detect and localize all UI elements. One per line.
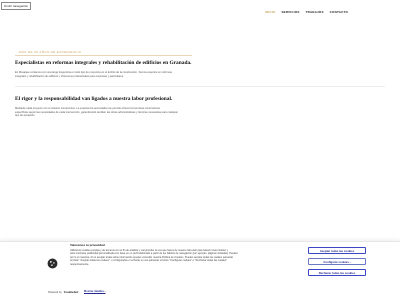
- rigor-line: tipo de actuación.: [15, 114, 36, 118]
- powered-by-cookiebot[interactable]: Powered by Cookiebot: [48, 290, 78, 294]
- section-divider: [15, 86, 385, 87]
- skip-navigation-link[interactable]: Omitir navegación: [1, 2, 31, 10]
- reject-all-cookies-button[interactable]: Rechazar todas las cookies: [308, 269, 366, 276]
- experience-eyebrow: MÁS DE 35 AÑOS DE EXPERIENCIA: [19, 50, 82, 54]
- powered-by-prefix: Powered by: [48, 290, 62, 294]
- nav-item-contacto[interactable]: CONTACTO: [330, 10, 348, 14]
- cookie-icon: [47, 258, 58, 269]
- nav-item-trabajos[interactable]: TRABAJOS: [306, 10, 324, 14]
- rigor-paragraph: Mediante cada proyecto con el máximo com…: [15, 107, 185, 118]
- eyebrow-underline: [15, 55, 192, 56]
- cookie-text-line: respectivamente.: [70, 262, 90, 266]
- rigor-line: específicas según las necesidades de cad…: [15, 110, 179, 114]
- main-nav: INICIO SERVICIOS TRABAJOS CONTACTO: [265, 10, 348, 14]
- cookie-banner-title: Valoramos tu privacidad: [70, 243, 105, 247]
- configure-cookies-button[interactable]: Configurar cookies ›: [308, 258, 366, 265]
- accept-all-cookies-button[interactable]: Aceptar todas las cookies: [308, 247, 366, 254]
- cookie-banner-text: Utilizamos cookies propias y de terceros…: [70, 249, 310, 266]
- show-details-link[interactable]: Mostrar detalles ›: [84, 290, 105, 293]
- intro-line: integrales y rehabilitación de edificios…: [15, 74, 124, 78]
- rigor-heading: El rigor y la responsabilidad van ligado…: [15, 96, 173, 102]
- cookiebot-logo: Cookiebot: [63, 290, 79, 294]
- intro-paragraph: En Mosaque contamos con una larga trayec…: [15, 71, 190, 78]
- intro-heading: Especialistas en reformas integrales y r…: [15, 60, 192, 66]
- nav-item-inicio[interactable]: INICIO: [265, 10, 275, 14]
- nav-item-servicios[interactable]: SERVICIOS: [281, 10, 299, 14]
